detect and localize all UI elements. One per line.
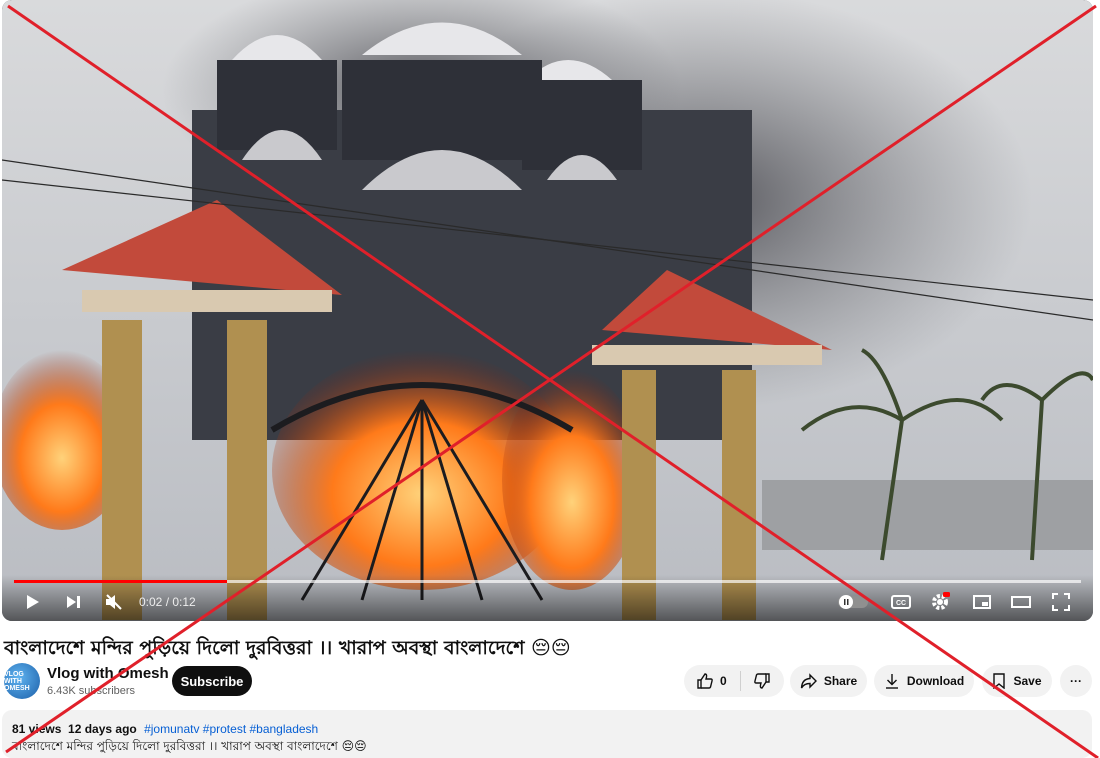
- view-count: 81 views: [12, 722, 62, 736]
- more-icon: ···: [1070, 674, 1082, 688]
- time-display: 0:02 / 0:12: [139, 595, 196, 609]
- hashtags[interactable]: #jomunatv #protest #bangladesh: [144, 722, 318, 736]
- next-icon[interactable]: [62, 589, 86, 615]
- description-meta: 81 views 12 days ago #jomunatv #protest …: [12, 722, 318, 736]
- save-label: Save: [1013, 674, 1042, 688]
- mute-icon[interactable]: [102, 589, 126, 615]
- share-icon: [800, 673, 818, 689]
- thumbs-up-icon: [696, 672, 714, 690]
- download-button[interactable]: Download: [874, 665, 974, 697]
- like-count: 0: [720, 674, 727, 688]
- description-box[interactable]: 81 views 12 days ago #jomunatv #protest …: [2, 710, 1092, 758]
- upload-age: 12 days ago: [68, 722, 137, 736]
- save-button[interactable]: Save: [982, 665, 1052, 697]
- progress-bar[interactable]: [14, 580, 1081, 583]
- theater-mode-icon[interactable]: [1009, 589, 1033, 615]
- like-dislike-group: 0: [684, 665, 784, 697]
- video-title: বাংলাদেশে মন্দির পুড়িয়ে দিলো দুরবিত্তর…: [4, 637, 571, 659]
- play-icon[interactable]: [22, 589, 44, 615]
- fullscreen-icon[interactable]: [1049, 589, 1073, 615]
- dislike-button[interactable]: [741, 672, 784, 690]
- share-label: Share: [823, 674, 858, 688]
- channel-avatar[interactable]: VLOG WITH OMESH: [4, 663, 40, 699]
- download-icon: [884, 673, 900, 689]
- video-player[interactable]: 0:02 / 0:12 CC: [2, 0, 1093, 621]
- more-actions-button[interactable]: ···: [1060, 665, 1092, 697]
- settings-icon[interactable]: [928, 589, 952, 615]
- thumbs-down-icon: [753, 672, 771, 690]
- download-label: Download: [906, 674, 965, 688]
- progress-played: [14, 580, 228, 583]
- subscriber-count: 6.43K subscribers: [47, 685, 136, 697]
- captions-icon[interactable]: CC: [889, 589, 913, 615]
- miniplayer-icon[interactable]: [970, 589, 994, 615]
- video-frame: [2, 0, 1093, 621]
- share-button[interactable]: Share: [790, 665, 867, 697]
- subscribe-button[interactable]: Subscribe: [172, 666, 252, 696]
- autoplay-toggle[interactable]: [838, 589, 868, 615]
- bookmark-icon: [992, 673, 1006, 689]
- channel-name[interactable]: Vlog with Omesh: [47, 665, 169, 682]
- description-text: বাংলাদেশে মন্দির পুড়িয়ে দিলো দুরবিত্তর…: [12, 739, 367, 753]
- like-button[interactable]: 0: [684, 672, 740, 690]
- svg-text:CC: CC: [896, 600, 906, 607]
